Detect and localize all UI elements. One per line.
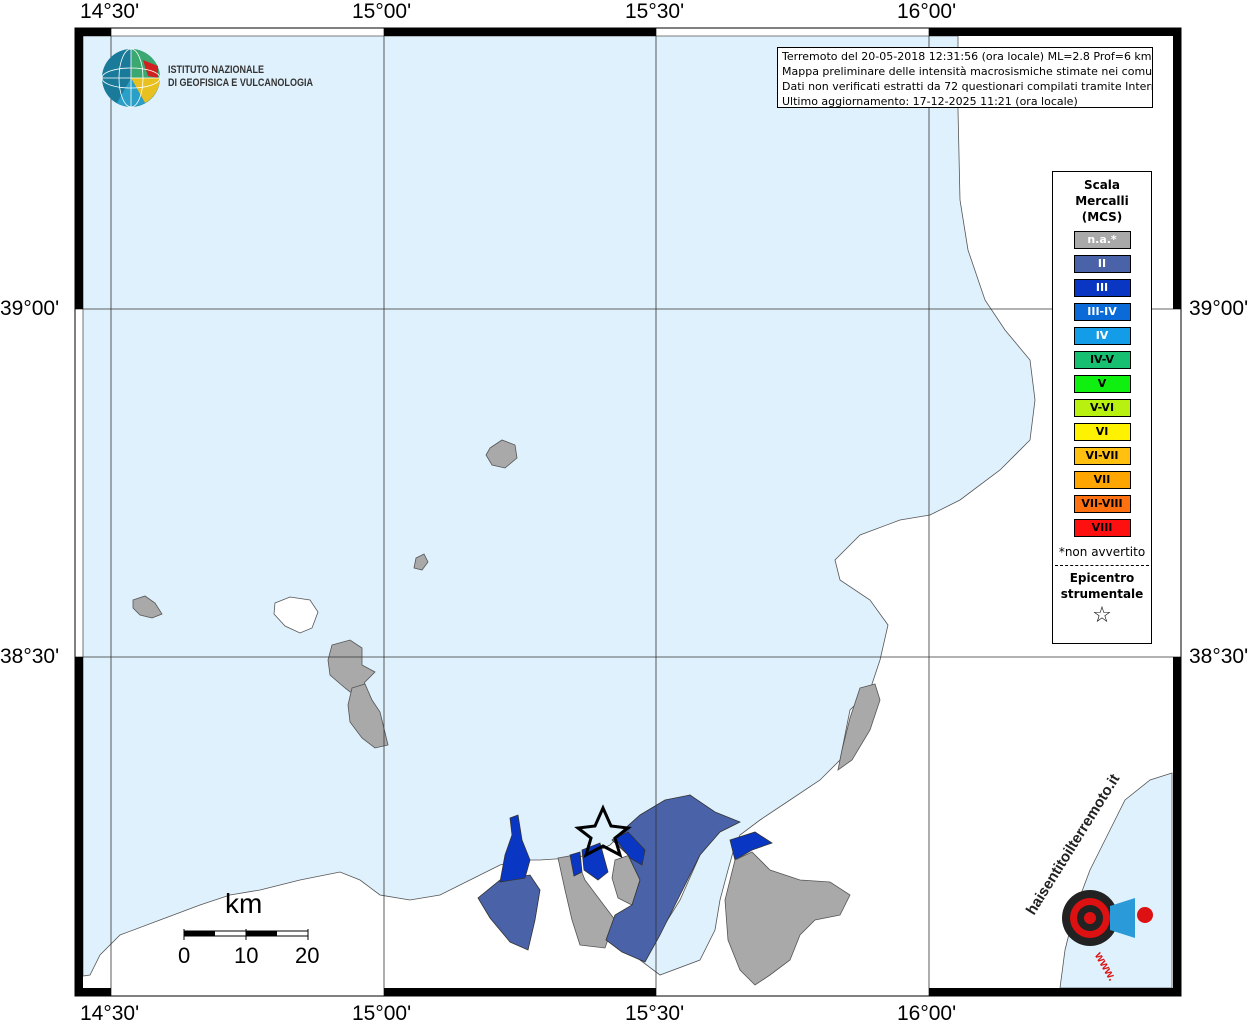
lat-tick-right-2: 38°30' [1189, 645, 1249, 668]
legend-epi-line-1: Epicentro [1069, 571, 1135, 585]
legend-item-vvi: V-VI [1073, 399, 1131, 417]
legend-item-viiviii: VII-VIII [1073, 495, 1131, 513]
info-line-4: Ultimo aggiornamento: 17-12-2025 11:21 (… [782, 95, 1078, 108]
legend-item-vii: VII [1073, 471, 1131, 489]
legend-item-na: n.a.* [1073, 231, 1131, 249]
logo-line-2: DI GEOFISICA E VULCANOLOGIA [168, 77, 313, 89]
legend-item-ii: II [1073, 255, 1131, 273]
legend-title-line-3: (MCS) [1081, 210, 1123, 224]
legend-item-iv: IV [1073, 327, 1131, 345]
info-line-3: Dati non verificati estratti da 72 quest… [782, 80, 1153, 93]
legend-item-vivii: VI-VII [1073, 447, 1131, 465]
earthquake-info-box: Terremoto del 20-05-2018 12:31:56 (ora l… [777, 47, 1153, 108]
legend-items: n.a.* II III III-IV IV IV-V V V-VI VI VI-VII VII VI… [1053, 231, 1151, 537]
legend-item-v: V [1073, 375, 1131, 393]
ingv-logo-text: ISTITUTO NAZIONALE DI GEOFISICA E VULCAN… [168, 64, 313, 90]
legend-separator [1055, 565, 1149, 566]
scale-label-10: 10 [234, 943, 259, 968]
legend-star-icon: ☆ [1092, 603, 1112, 628]
legend-title-line-1: Scala [1083, 178, 1121, 192]
logo-line-1: ISTITUTO NAZIONALE [168, 64, 265, 76]
legend-epicenter-label: Epicentro strumentale [1053, 570, 1151, 602]
lon-tick-bottom-1: 14°30' [80, 1002, 140, 1025]
legend-item-ivv: IV-V [1073, 351, 1131, 369]
legend-epi-line-2: strumentale [1060, 587, 1144, 601]
lat-tick-left-2: 38°30' [0, 645, 60, 668]
legend-item-vi: VI [1073, 423, 1131, 441]
lon-tick-top-2: 15°00' [352, 0, 412, 23]
mcs-legend: Scala Mercalli (MCS) n.a.* II III III-IV IV I… [1052, 171, 1152, 644]
legend-note: *non avvertito [1058, 545, 1146, 559]
legend-title: Scala Mercalli (MCS) [1053, 177, 1151, 225]
ingv-logo-icon [101, 48, 161, 108]
lon-tick-top-4: 16°00' [897, 0, 957, 23]
lon-tick-bottom-4: 16°00' [897, 1002, 957, 1025]
lon-tick-bottom-3: 15°30' [625, 1002, 685, 1025]
lon-tick-bottom-2: 15°00' [352, 1002, 412, 1025]
scale-label-20: 20 [295, 943, 320, 968]
legend-item-iiiiv: III-IV [1073, 303, 1131, 321]
info-line-1: Terremoto del 20-05-2018 12:31:56 (ora l… [782, 50, 1152, 63]
lon-tick-top-1: 14°30' [80, 0, 140, 23]
legend-item-viii: VIII [1073, 519, 1131, 537]
scale-unit: km [225, 888, 263, 919]
lat-tick-right-1: 39°00' [1189, 297, 1249, 320]
scale-label-0: 0 [178, 943, 191, 968]
lon-tick-top-3: 15°30' [625, 0, 685, 23]
lat-tick-left-1: 39°00' [0, 297, 60, 320]
info-line-2: Mappa preliminare delle intensità macros… [782, 65, 1153, 78]
legend-item-iii: III [1073, 279, 1131, 297]
legend-title-line-2: Mercalli [1075, 194, 1129, 208]
